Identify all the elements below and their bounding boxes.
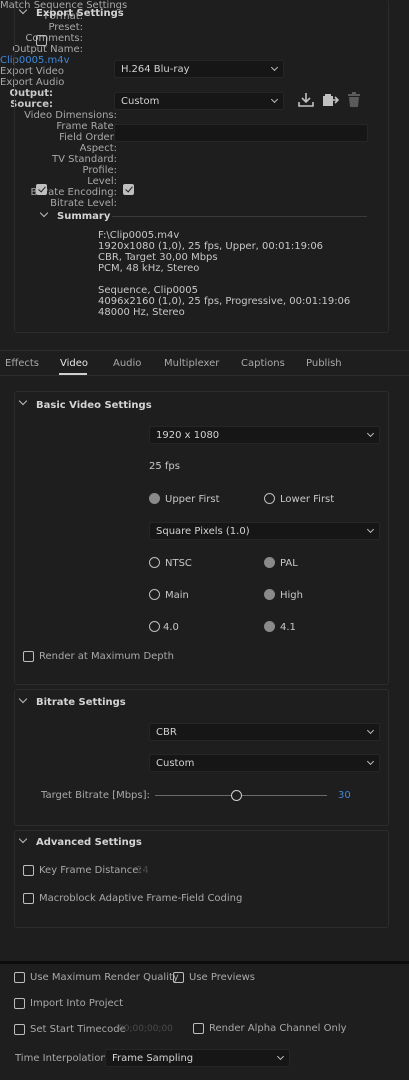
render-alpha-label: Render Alpha Channel Only — [209, 1023, 347, 1034]
field-order-lower-radio[interactable] — [264, 493, 275, 504]
render-max-depth-label: Render at Maximum Depth — [39, 651, 174, 662]
comments-input[interactable] — [114, 124, 368, 142]
bitrate-encoding-dropdown[interactable]: CBR — [149, 723, 380, 741]
key-frame-checkbox[interactable] — [23, 865, 34, 876]
macroblock-checkbox[interactable] — [23, 893, 34, 904]
profile-high-radio[interactable] — [264, 589, 275, 600]
set-start-timecode-label: Set Start Timecode — [30, 1024, 126, 1035]
delete-preset-icon[interactable] — [347, 92, 361, 108]
level-4-1-radio[interactable] — [264, 621, 275, 632]
video-dimensions-dropdown[interactable]: 1920 x 1080 — [149, 426, 380, 444]
time-interpolation-dropdown[interactable]: Frame Sampling — [105, 1049, 290, 1067]
aspect-value: Square Pixels (1.0) — [156, 526, 250, 537]
chevron-down-icon — [276, 1052, 285, 1061]
match-sequence-checkbox[interactable] — [36, 35, 47, 46]
tab-captions[interactable]: Captions — [241, 358, 285, 369]
field-order-upper-radio[interactable] — [149, 493, 160, 504]
aspect-dropdown[interactable]: Square Pixels (1.0) — [149, 522, 380, 540]
tv-ntsc-label: NTSC — [165, 558, 192, 569]
footer-divider — [0, 961, 409, 964]
format-value: H.264 Blu-ray — [121, 64, 190, 75]
preset-value: Custom — [121, 96, 160, 107]
import-project-checkbox[interactable] — [14, 998, 25, 1009]
tab-bar-top-divider — [0, 350, 409, 351]
format-dropdown[interactable]: H.264 Blu-ray — [114, 60, 284, 78]
profile-main-label: Main — [165, 590, 189, 601]
video-dimensions-value: 1920 x 1080 — [156, 430, 220, 441]
bitrate-encoding-value: CBR — [156, 727, 177, 738]
frame-rate-value: 25 fps — [149, 461, 180, 472]
field-order-lower-label: Lower First — [280, 494, 335, 505]
import-preset-icon[interactable] — [321, 92, 339, 108]
save-preset-icon[interactable] — [297, 92, 315, 108]
level-4-0-radio[interactable] — [149, 621, 160, 632]
advanced-title: Advanced Settings — [36, 837, 142, 848]
preset-dropdown[interactable]: Custom — [114, 92, 284, 110]
tv-pal-radio[interactable] — [264, 557, 275, 568]
export-settings-title: Export Settings — [36, 8, 124, 19]
macroblock-label: Macroblock Adaptive Frame-Field Coding — [39, 893, 243, 904]
chevron-down-icon — [366, 726, 375, 735]
bitrate-title: Bitrate Settings — [36, 697, 126, 708]
timecode-value[interactable]: 00;00;00;00 — [118, 1024, 173, 1034]
target-bitrate-label: Target Bitrate [Mbps]: — [41, 790, 150, 801]
tab-multiplexer[interactable]: Multiplexer — [164, 358, 219, 369]
time-interpolation-value: Frame Sampling — [112, 1053, 194, 1064]
tv-pal-label: PAL — [280, 558, 298, 569]
import-project-label: Import Into Project — [30, 998, 124, 1009]
set-start-timecode-checkbox[interactable] — [14, 1024, 25, 1035]
bitrate-level-value: Custom — [156, 758, 195, 769]
summary-title: Summary — [57, 211, 111, 222]
chevron-down-icon — [366, 429, 375, 438]
level-4-0-label: 4.0 — [163, 622, 179, 633]
key-frame-value[interactable]: 24 — [136, 865, 149, 876]
target-bitrate-value[interactable]: 30 — [338, 790, 351, 801]
chevron-down-icon — [270, 95, 279, 104]
target-bitrate-slider-thumb[interactable] — [231, 790, 242, 801]
tab-effects[interactable]: Effects — [5, 358, 39, 369]
field-order-upper-label: Upper First — [165, 494, 220, 505]
use-previews-checkbox[interactable] — [173, 972, 184, 983]
tab-video[interactable]: Video — [60, 358, 88, 369]
bitrate-level-dropdown[interactable]: Custom — [149, 754, 380, 772]
render-max-depth-checkbox[interactable] — [23, 651, 34, 662]
summary-divider — [112, 216, 367, 217]
profile-high-label: High — [280, 590, 303, 601]
chevron-down-icon — [270, 63, 279, 72]
tab-audio[interactable]: Audio — [113, 358, 141, 369]
summary-source-lines: Sequence, Clip0005 4096x2160 (1,0), 25 f… — [98, 285, 351, 318]
key-frame-label: Key Frame Distance: — [39, 865, 142, 876]
profile-main-radio[interactable] — [149, 589, 160, 600]
time-interpolation-label: Time Interpolation: — [15, 1053, 111, 1064]
max-render-quality-checkbox[interactable] — [14, 972, 25, 983]
tv-ntsc-radio[interactable] — [149, 557, 160, 568]
render-alpha-checkbox[interactable] — [193, 1023, 204, 1034]
chevron-down-icon — [366, 757, 375, 766]
export-audio-checkbox[interactable] — [123, 184, 134, 195]
basic-video-title: Basic Video Settings — [36, 400, 152, 411]
max-render-quality-label: Use Maximum Render Quality — [30, 972, 179, 983]
tab-publish[interactable]: Publish — [306, 358, 342, 369]
level-4-1-label: 4.1 — [280, 622, 296, 633]
summary-output-lines: F:\Clip0005.m4v 1920x1080 (1,0), 25 fps,… — [98, 230, 324, 274]
use-previews-label: Use Previews — [189, 972, 255, 983]
chevron-down-icon — [366, 525, 375, 534]
export-settings-panel — [14, 0, 389, 333]
tab-bar-divider — [0, 375, 409, 376]
export-video-checkbox[interactable] — [36, 184, 47, 195]
